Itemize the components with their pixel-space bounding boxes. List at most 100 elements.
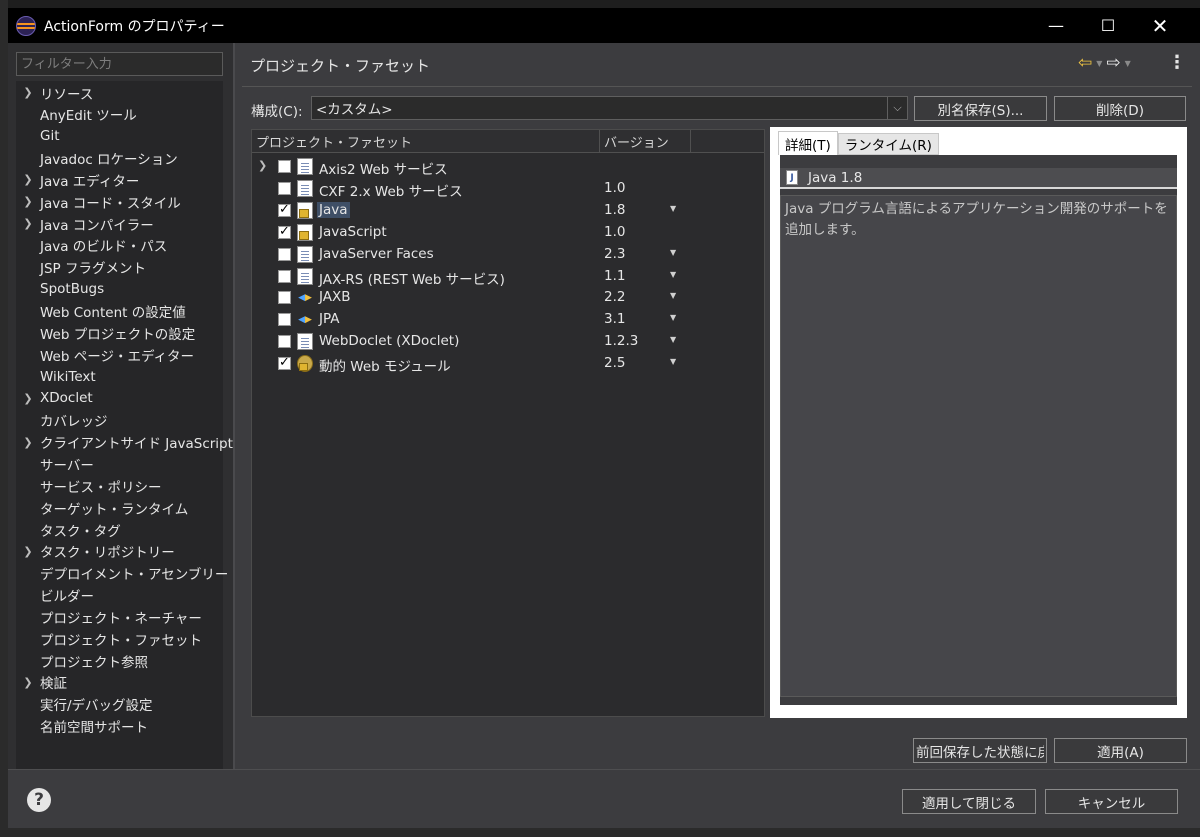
table-row[interactable]: WebDoclet (XDoclet) 1.2.3 ▼ <box>252 331 764 353</box>
chevron-right-icon[interactable]: ❯ <box>16 436 40 449</box>
sidebar-item[interactable]: Web プロジェクトの設定 <box>16 322 195 343</box>
chevron-down-icon[interactable]: ⌵ <box>887 97 907 119</box>
facet-version[interactable]: 1.1 <box>604 268 625 284</box>
facet-version[interactable]: 2.5 <box>604 355 625 371</box>
restore-defaults-button[interactable]: 前回保存した状態に戻す <box>913 738 1047 763</box>
sidebar-item[interactable]: ❯ タスク・リポジトリー <box>16 541 174 562</box>
sidebar-item-label: Web Content の設定値 <box>40 305 186 321</box>
config-select[interactable]: <カスタム> ⌵ <box>311 96 908 120</box>
sidebar-item[interactable]: ❯ XDoclet <box>16 388 92 409</box>
facet-checkbox[interactable] <box>278 181 291 195</box>
version-dropdown-icon[interactable]: ▼ <box>670 291 676 300</box>
facet-checkbox[interactable] <box>278 160 291 173</box>
version-dropdown-icon[interactable]: ▼ <box>670 204 676 213</box>
minimize-button[interactable]: — <box>1030 8 1082 43</box>
facet-version: 1.0 <box>604 223 626 240</box>
sidebar-item[interactable]: JSP フラグメント <box>16 257 146 278</box>
sidebar-item[interactable]: ❯ Java エディター <box>16 169 139 190</box>
chevron-right-icon[interactable]: ❯ <box>16 173 40 186</box>
version-dropdown-icon[interactable]: ▼ <box>670 248 676 257</box>
forward-dropdown-icon[interactable]: ▼ <box>1125 59 1131 68</box>
chevron-right-icon[interactable]: ❯ <box>16 676 40 689</box>
sidebar-item[interactable]: プロジェクト・ネーチャー <box>16 606 202 627</box>
facet-checkbox[interactable] <box>278 224 291 239</box>
table-row[interactable]: ◀ ▶ JPA 3.1 ▼ <box>252 309 764 331</box>
view-menu-icon[interactable]: ⋮ <box>1168 52 1186 73</box>
chevron-right-icon[interactable]: ❯ <box>16 392 40 405</box>
facet-version[interactable]: 2.3 <box>604 246 625 262</box>
apply-button[interactable]: 適用(A) <box>1054 738 1187 763</box>
help-icon[interactable]: ? <box>27 788 51 812</box>
facet-checkbox[interactable] <box>278 313 291 327</box>
sidebar-item[interactable]: 実行/デバッグ設定 <box>16 694 153 715</box>
filter-input[interactable] <box>16 52 223 76</box>
facet-version[interactable]: 1.8 <box>604 202 625 218</box>
sidebar-item[interactable]: ターゲット・ランタイム <box>16 497 188 518</box>
facet-checkbox[interactable] <box>278 247 291 261</box>
sidebar-item[interactable]: カバレッジ <box>16 410 108 431</box>
table-row[interactable]: JavaServer Faces 2.3 ▼ <box>252 244 764 266</box>
chevron-right-icon[interactable]: ❯ <box>16 217 40 230</box>
table-row[interactable]: JavaScript 1.0 <box>252 222 764 244</box>
table-row[interactable]: CXF 2.x Web サービス 1.0 <box>252 178 764 200</box>
sidebar-item[interactable]: Web Content の設定値 <box>16 301 186 322</box>
sidebar-item[interactable]: AnyEdit ツール <box>16 104 137 125</box>
sidebar-item[interactable]: Git <box>16 126 60 147</box>
sidebar-item[interactable]: Javadoc ロケーション <box>16 148 178 169</box>
facet-checkbox[interactable] <box>278 335 291 349</box>
background-window-edge-bottom <box>0 828 1200 837</box>
save-as-button[interactable]: 別名保存(S)... <box>914 96 1047 121</box>
sidebar-item[interactable]: Web ページ・エディター <box>16 344 194 365</box>
column-header-version[interactable]: バージョン <box>600 130 691 153</box>
facet-checkbox[interactable] <box>278 269 291 283</box>
sidebar-item[interactable]: サーバー <box>16 453 94 474</box>
tab-details[interactable]: 詳細(T) <box>778 131 838 155</box>
chevron-right-icon[interactable]: ❯ <box>16 545 40 558</box>
sidebar-item-label: リソース <box>40 86 94 103</box>
chevron-right-icon[interactable]: ❯ <box>16 195 40 208</box>
facet-checkbox[interactable] <box>278 355 291 371</box>
sidebar-item[interactable]: Java のビルド・パス <box>16 235 167 256</box>
version-dropdown-icon[interactable]: ▼ <box>670 270 676 279</box>
sidebar-item[interactable]: SpotBugs <box>16 279 104 300</box>
close-button[interactable]: ✕ <box>1134 8 1186 43</box>
facet-checkbox[interactable] <box>278 291 291 305</box>
chevron-right-icon[interactable]: ❯ <box>16 86 40 99</box>
table-row[interactable]: ❯ Axis2 Web サービス <box>252 156 764 178</box>
sidebar-item[interactable]: プロジェクト・ファセット <box>16 628 202 649</box>
sidebar-item[interactable]: ビルダー <box>16 585 94 606</box>
column-header-facet[interactable]: プロジェクト・ファセット <box>252 130 600 153</box>
version-dropdown-icon[interactable]: ▼ <box>670 335 676 344</box>
forward-arrow-icon[interactable]: ⇨ <box>1106 53 1120 73</box>
cancel-button[interactable]: キャンセル <box>1045 789 1178 814</box>
tab-runtime[interactable]: ランタイム(R) <box>837 133 939 155</box>
sidebar-item[interactable]: サービス・ポリシー <box>16 475 162 496</box>
sidebar-item[interactable]: ❯ リソース <box>16 82 93 103</box>
back-arrow-icon[interactable]: ⇦ <box>1078 53 1092 73</box>
maximize-button[interactable]: ☐ <box>1082 8 1134 43</box>
sidebar-item[interactable]: 名前空間サポート <box>16 716 148 737</box>
facet-version[interactable]: 2.2 <box>604 289 625 305</box>
delete-button[interactable]: 削除(D) <box>1054 96 1186 121</box>
version-dropdown-icon[interactable]: ▼ <box>670 357 676 366</box>
sidebar-item[interactable]: ❯ 検証 <box>16 672 67 693</box>
sidebar-item[interactable]: タスク・タグ <box>16 519 121 540</box>
chevron-right-icon[interactable]: ❯ <box>258 159 267 172</box>
pane-sash[interactable] <box>233 43 235 769</box>
apply-and-close-button[interactable]: 適用して閉じる <box>902 789 1036 814</box>
sidebar-item[interactable]: プロジェクト参照 <box>16 650 148 671</box>
version-dropdown-icon[interactable]: ▼ <box>670 313 676 322</box>
sidebar-item[interactable]: WikiText <box>16 366 96 387</box>
table-row[interactable]: ◀ ▶ JAXB 2.2 ▼ <box>252 287 764 309</box>
facet-version[interactable]: 1.2.3 <box>604 333 638 349</box>
facet-checkbox[interactable] <box>278 202 291 217</box>
sidebar-item[interactable]: ❯ クライアントサイド JavaScript <box>16 432 233 453</box>
table-row[interactable]: Java 1.8 ▼ <box>252 200 764 222</box>
sidebar-item[interactable]: デプロイメント・アセンブリー <box>16 563 228 584</box>
sidebar-item[interactable]: ❯ Java コンパイラー <box>16 213 153 234</box>
facet-version[interactable]: 3.1 <box>604 311 625 327</box>
back-dropdown-icon[interactable]: ▼ <box>1096 59 1102 68</box>
table-row[interactable]: 動的 Web モジュール 2.5 ▼ <box>252 353 764 375</box>
table-row[interactable]: JAX-RS (REST Web サービス) 1.1 ▼ <box>252 266 764 288</box>
sidebar-item[interactable]: ❯ Java コード・スタイル <box>16 191 180 212</box>
